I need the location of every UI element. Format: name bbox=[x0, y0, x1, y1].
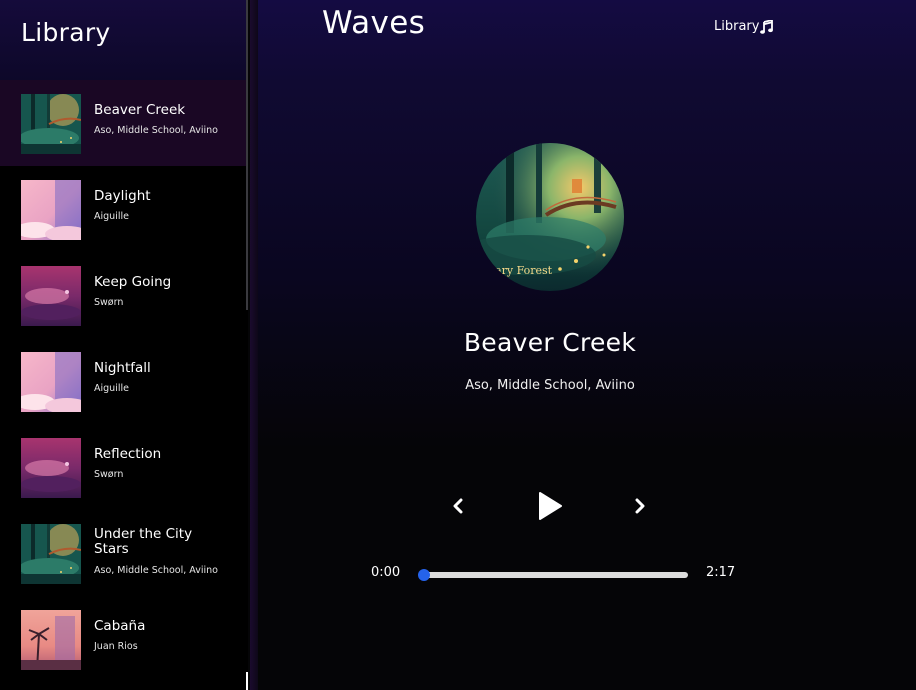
song-cover bbox=[21, 180, 81, 240]
progress-slider[interactable] bbox=[418, 569, 688, 581]
song-cover bbox=[21, 524, 81, 584]
song-artist: Swørn bbox=[94, 469, 124, 480]
current-song-artist: Aso, Middle School, Aviino bbox=[465, 378, 635, 393]
song-name: Under the City Stars bbox=[94, 526, 193, 557]
next-button[interactable] bbox=[633, 496, 647, 520]
cover-title-text: nary Forest bbox=[488, 264, 553, 277]
previous-button[interactable] bbox=[451, 496, 465, 520]
chevron-right-icon bbox=[635, 498, 645, 514]
library-song[interactable]: Daylight Aiguille bbox=[0, 166, 248, 252]
current-song-cover: nary Forest bbox=[476, 143, 624, 291]
song-name: Reflection bbox=[94, 446, 162, 462]
song-name: Nightfall bbox=[94, 360, 151, 376]
song-list: Beaver Creek Aso, Middle School, Aviino … bbox=[0, 80, 248, 682]
progress-thumb[interactable] bbox=[418, 569, 430, 581]
song-cover bbox=[21, 266, 81, 326]
library-sidebar: Library Beaver Creek Aso, Middle School,… bbox=[0, 0, 248, 690]
song-artist: Swørn bbox=[94, 297, 124, 308]
song-artist: Aso, Middle School, Aviino bbox=[94, 565, 218, 576]
play-button[interactable] bbox=[536, 490, 564, 526]
sidebar-scrollbar[interactable] bbox=[246, 0, 248, 310]
song-cover bbox=[21, 352, 81, 412]
library-header: Library bbox=[0, 0, 248, 80]
forest-cover-art: nary Forest bbox=[476, 143, 624, 291]
library-button[interactable]: Library bbox=[714, 19, 774, 34]
library-button-label: Library bbox=[714, 19, 760, 34]
library-song[interactable]: Under the City Stars Aso, Middle School,… bbox=[0, 510, 248, 596]
library-title: Library bbox=[21, 18, 111, 47]
music-player-app: Library Beaver Creek Aso, Middle School,… bbox=[0, 0, 916, 690]
library-song[interactable]: Beaver Creek Aso, Middle School, Aviino bbox=[0, 80, 248, 166]
play-icon bbox=[539, 492, 562, 520]
song-cover bbox=[21, 610, 81, 670]
scrollbar-handle[interactable] bbox=[246, 672, 248, 690]
duration-time: 2:17 bbox=[706, 565, 736, 580]
library-song[interactable]: Nightfall Aiguille bbox=[0, 338, 248, 424]
song-name: Daylight bbox=[94, 188, 151, 204]
song-name: Cabaña bbox=[94, 618, 146, 634]
player-main: Waves Library nary Forest Beaver Creek A… bbox=[258, 0, 916, 690]
music-note-icon bbox=[760, 19, 774, 34]
song-name: Beaver Creek bbox=[94, 102, 186, 118]
song-artist: Aiguille bbox=[94, 211, 129, 222]
song-cover bbox=[21, 438, 81, 498]
library-song[interactable]: Cabaña Juan Rios bbox=[0, 596, 248, 682]
app-logo: Waves bbox=[322, 5, 426, 41]
library-song[interactable]: Reflection Swørn bbox=[0, 424, 248, 510]
top-nav: Waves Library bbox=[258, 0, 916, 60]
library-song[interactable]: Keep Going Swørn bbox=[0, 252, 248, 338]
current-time: 0:00 bbox=[371, 565, 401, 580]
current-song-title: Beaver Creek bbox=[463, 328, 637, 357]
chevron-left-icon bbox=[453, 498, 463, 514]
song-cover bbox=[21, 94, 81, 154]
song-name: Keep Going bbox=[94, 274, 172, 290]
song-artist: Aiguille bbox=[94, 383, 129, 394]
song-artist: Juan Rios bbox=[94, 641, 138, 652]
song-artist: Aso, Middle School, Aviino bbox=[94, 125, 218, 136]
